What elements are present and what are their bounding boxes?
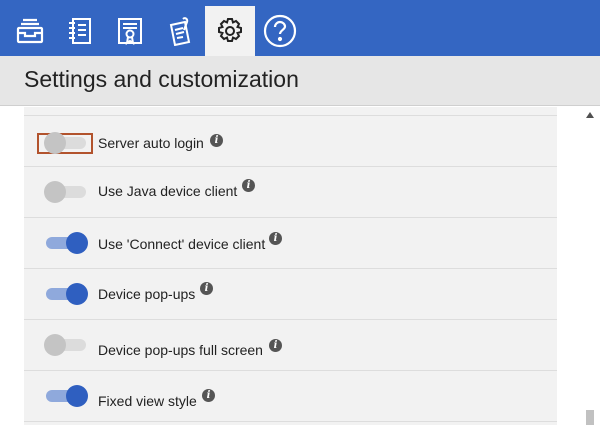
connect-client-toggle[interactable] bbox=[44, 231, 88, 255]
scroll-thumb[interactable] bbox=[586, 410, 594, 425]
page-header: Settings and customization bbox=[0, 56, 600, 106]
setting-label: Fixed view style bbox=[98, 393, 197, 409]
server-auto-login-toggle[interactable] bbox=[44, 131, 88, 155]
setting-row-server-auto-login: Server auto login i bbox=[24, 116, 557, 167]
info-icon[interactable]: i bbox=[202, 389, 215, 402]
setting-row-device-popups: Device pop-ups i bbox=[24, 269, 557, 320]
setting-label: Use Java device client bbox=[98, 183, 238, 199]
list-top-divider bbox=[24, 107, 557, 116]
toggle-knob bbox=[66, 385, 88, 407]
setting-row-fixed-view: Fixed view style i bbox=[24, 371, 557, 422]
scroll-up-arrow-icon[interactable] bbox=[584, 109, 596, 121]
top-toolbar bbox=[0, 0, 600, 56]
tab-notebook[interactable] bbox=[55, 6, 105, 56]
toggle-knob bbox=[44, 132, 66, 154]
attachment-document-icon bbox=[169, 17, 191, 46]
info-icon[interactable]: i bbox=[210, 134, 223, 147]
java-client-toggle[interactable] bbox=[44, 180, 88, 204]
info-icon[interactable]: i bbox=[269, 339, 282, 352]
setting-row-popups-fullscreen: Device pop-ups full screen i bbox=[24, 320, 557, 371]
info-icon[interactable]: i bbox=[269, 232, 282, 245]
setting-label: Device pop-ups bbox=[98, 286, 196, 302]
tab-settings[interactable] bbox=[205, 6, 255, 56]
vertical-scrollbar[interactable] bbox=[584, 107, 596, 425]
page-title: Settings and customization bbox=[24, 66, 299, 92]
toggle-knob bbox=[66, 283, 88, 305]
notebook-icon bbox=[69, 18, 91, 44]
setting-label: Server auto login bbox=[98, 135, 204, 151]
device-popups-toggle[interactable] bbox=[44, 282, 88, 306]
tab-inbox[interactable] bbox=[5, 6, 55, 56]
setting-row-java-client: Use Java device client i bbox=[24, 167, 557, 218]
toggle-knob bbox=[44, 181, 66, 203]
tab-certificate[interactable] bbox=[105, 6, 155, 56]
inbox-tray-icon bbox=[16, 18, 44, 44]
setting-label: Use 'Connect' device client bbox=[98, 236, 266, 252]
setting-label: Device pop-ups full screen bbox=[98, 342, 263, 358]
popups-fullscreen-toggle[interactable] bbox=[44, 333, 88, 357]
tab-help[interactable] bbox=[255, 6, 305, 56]
help-icon bbox=[263, 14, 297, 48]
info-icon[interactable]: i bbox=[200, 282, 213, 295]
gear-icon bbox=[218, 18, 242, 42]
info-icon[interactable]: i bbox=[242, 179, 255, 192]
setting-row-connect-client: Use 'Connect' device client i bbox=[24, 218, 557, 269]
fixed-view-toggle[interactable] bbox=[44, 384, 88, 408]
tab-attachments[interactable] bbox=[155, 6, 205, 56]
toggle-knob bbox=[66, 232, 88, 254]
certificate-icon bbox=[118, 18, 142, 46]
settings-list: Server auto login i Use Java device clie… bbox=[24, 107, 557, 425]
toggle-knob bbox=[44, 334, 66, 356]
